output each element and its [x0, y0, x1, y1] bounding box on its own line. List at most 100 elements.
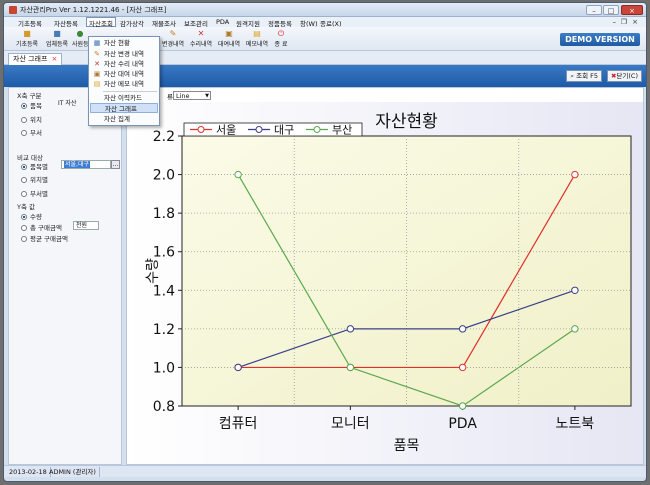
chart-panel: 류: Line ▼ 0.8 1.0 1.2 1.4 1.6 1.8 2.0 2.2 컴퓨터 모니터 P…: [126, 87, 644, 465]
menu-asset-change-history[interactable]: ✎ 자산 변경 내역: [90, 49, 158, 59]
demo-version-badge: DEMO VERSION: [560, 33, 640, 46]
legend-marker: [197, 126, 205, 133]
legend-marker: [255, 126, 263, 133]
tool-change-history[interactable]: ✎ 변경내역: [160, 29, 186, 49]
compare-option-location[interactable]: 위치별: [21, 174, 48, 184]
window-title: 자산관리Pro Ver 1.12.1221.46 - [자산 그래프]: [20, 6, 167, 14]
y-option-quantity[interactable]: 수량: [21, 211, 42, 221]
menu-asset-rental-history[interactable]: ▣ 자산 대여 내역: [90, 69, 158, 79]
search-icon: ⌕: [570, 72, 575, 80]
x-axis-group-title: X축 구분: [17, 92, 42, 100]
y-tick-label: 1.2: [153, 322, 175, 338]
status-bar: 2013-02-18 ADMIN (관리자): [4, 465, 646, 477]
x-tick-label: 노트북: [556, 416, 595, 432]
status-user: ADMIN (관리자): [46, 467, 100, 477]
app-window: 자산관리Pro Ver 1.12.1221.46 - [자산 그래프] – □ …: [3, 2, 647, 482]
lookup-icon[interactable]: …: [111, 160, 120, 169]
folder-icon: ■: [23, 29, 31, 38]
x-axis-label: 품목: [394, 438, 420, 454]
asset-inquiry-dropdown: ▦ 자산 현황 ✎ 자산 변경 내역 ✕ 자산 수리 내역 ▣ 자산 대여 내역 ▤ 자산…: [88, 36, 160, 126]
grid-icon: ▦: [93, 39, 101, 47]
close-window-button[interactable]: ✖닫기(C): [606, 70, 642, 82]
title-bar: 자산관리Pro Ver 1.12.1221.46 - [자산 그래프] – □ …: [4, 3, 646, 17]
status-date: 2013-02-18: [6, 467, 51, 477]
app-logo-icon: [9, 6, 17, 14]
y-tick-label: 1.4: [153, 283, 175, 299]
tool-exit[interactable]: ⏻ 종 료: [272, 29, 290, 49]
legend-label: 부산: [332, 124, 352, 137]
power-icon: ⏻: [277, 29, 285, 38]
search-button[interactable]: ⌕ 조회 F5: [566, 70, 602, 82]
building-icon: ■: [53, 29, 61, 38]
options-panel: X축 구분 품목 IT 자산 위치 부서 비교 대상 품목별 서울,대구 … 위…: [8, 87, 122, 465]
data-point: [571, 170, 579, 179]
x-option-item[interactable]: 품목: [21, 100, 42, 110]
tool-company-registration[interactable]: ■ 업체등록: [44, 29, 70, 49]
person-icon: ●: [76, 29, 84, 38]
tool-employee-registration[interactable]: ● 사원등: [72, 29, 89, 49]
y-tick-label: 2.0: [153, 168, 175, 184]
memo-icon: ▤: [253, 29, 261, 38]
menu-pda[interactable]: PDA: [216, 18, 229, 26]
box-icon: ▣: [225, 29, 233, 38]
legend-label: 대구: [274, 124, 294, 137]
minimize-button[interactable]: –: [586, 5, 602, 15]
data-point: [346, 325, 355, 333]
menu-asset-history-card[interactable]: 자산 이력카드: [90, 93, 158, 103]
y-tick-label: 1.0: [153, 360, 175, 376]
y-tick-label: 0.8: [153, 399, 175, 415]
menu-separator: [103, 91, 157, 92]
compare-option-department[interactable]: 부서별: [21, 188, 48, 198]
data-point: [458, 402, 467, 410]
compare-target-field[interactable]: 서울,대구: [61, 160, 111, 169]
chart-type-select[interactable]: Line ▼: [173, 91, 211, 100]
legend-marker: [313, 126, 321, 133]
y-option-total-price[interactable]: 총 구매금액: [21, 222, 62, 232]
maximize-button[interactable]: □: [603, 5, 619, 15]
menu-asset-graph[interactable]: 자산 그래프: [90, 103, 158, 113]
memo-icon: ▤: [93, 80, 101, 88]
edit-icon: ✎: [94, 50, 100, 58]
menu-asset-memo-history[interactable]: ▤ 자산 메모 내역: [90, 79, 158, 89]
asset-line-chart: 0.81.01.21.41.61.82.02.2컴퓨터 모니터 PDA 노트북자산현황…: [127, 102, 643, 464]
menu-asset-repair-history[interactable]: ✕ 자산 수리 내역: [90, 59, 158, 69]
tool-memo-history[interactable]: ▤ 메모내역: [244, 29, 270, 49]
wrench-icon: ✕: [197, 29, 205, 38]
y-option-average-price[interactable]: 평균 구매금액: [21, 233, 68, 243]
menu-bar: 기초등록 자산등록 자산조회 감가상각 재물조사 보조관리 PDA 원격지원 정…: [4, 17, 646, 28]
y-tick-label: 2.2: [153, 129, 175, 145]
tool-rental-history[interactable]: ▣ 대여내역: [216, 29, 242, 49]
menu-asset-summary[interactable]: 자산 집계: [90, 114, 158, 124]
data-point: [571, 286, 579, 294]
edit-icon: ✎: [169, 29, 177, 38]
x-tick-label: PDA: [448, 416, 477, 432]
data-point: [234, 170, 242, 179]
wrench-icon: ✕: [94, 60, 100, 68]
legend-label: 서울: [216, 124, 236, 137]
tab-asset-graph[interactable]: 자산 그래프 ×: [8, 53, 63, 65]
x-option-location[interactable]: 위치: [21, 114, 42, 124]
y-axis-label: 수량: [145, 258, 161, 284]
chevron-down-icon: ▼: [205, 93, 209, 99]
x-tick-label: 모니터: [331, 416, 370, 432]
tool-repair-history[interactable]: ✕ 수리내역: [188, 29, 214, 49]
box-icon: ▣: [93, 70, 101, 78]
data-point: [458, 363, 467, 372]
x-item-field: IT 자산: [58, 100, 77, 107]
data-point: [234, 363, 242, 372]
menu-asset-inquiry[interactable]: 자산조회: [86, 17, 116, 28]
close-button[interactable]: ×: [621, 5, 643, 15]
menu-asset-status[interactable]: ▦ 자산 현황: [90, 38, 158, 48]
mdi-close-button[interactable]: ×: [632, 18, 638, 26]
chart-title: 자산현황: [375, 112, 438, 132]
y-tick-label: 1.8: [153, 206, 175, 222]
x-option-department[interactable]: 부서: [21, 127, 42, 137]
mdi-minimize-button[interactable]: –: [613, 18, 617, 26]
unit-select[interactable]: 천원: [73, 221, 99, 230]
data-point: [346, 363, 355, 372]
compare-option-item[interactable]: 품목별: [21, 161, 48, 171]
y-axis-group-title: Y축 값: [17, 203, 35, 211]
mdi-restore-button[interactable]: ❐: [621, 18, 627, 26]
tab-close-icon[interactable]: ×: [51, 55, 57, 63]
tool-basic-registration[interactable]: ■ 기초등록: [14, 29, 40, 49]
